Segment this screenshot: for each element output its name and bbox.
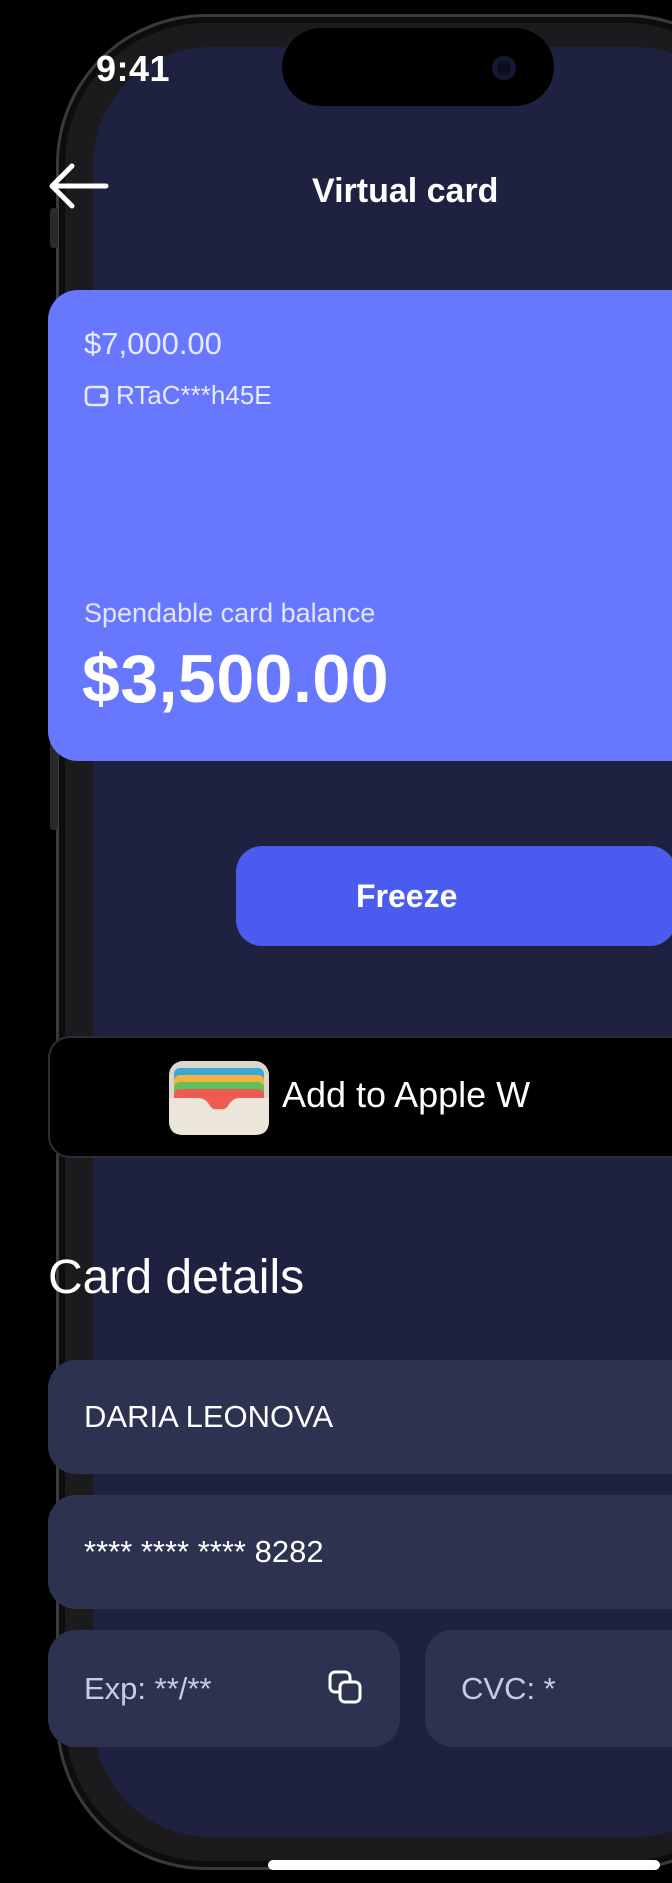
add-to-apple-wallet-button[interactable]: Add to Apple W — [48, 1036, 672, 1158]
home-indicator[interactable] — [268, 1860, 660, 1870]
camera-icon — [492, 56, 516, 80]
copy-icon[interactable] — [326, 1668, 366, 1708]
cardholder-name-field[interactable]: DARIA LEONOVA — [48, 1360, 672, 1474]
virtual-card[interactable]: $7,000.00 RTaC***h45E Spendable card bal… — [48, 290, 672, 761]
card-number-field[interactable]: **** **** **** 8282 — [48, 1495, 672, 1609]
card-limit: $7,000.00 — [84, 326, 222, 361]
phone-side-button — [50, 208, 58, 248]
freeze-button[interactable]: Freeze — [236, 846, 672, 946]
freeze-button-label: Freeze — [356, 877, 458, 914]
arrow-left-icon — [49, 163, 109, 209]
page-title: Virtual card — [312, 172, 499, 210]
expiry-value: Exp: **/** — [84, 1670, 212, 1706]
app-screen: 9:41 Virtual card $7,000.00 RTaC***h45E … — [0, 0, 672, 1883]
cardholder-name: DARIA LEONOVA — [84, 1399, 334, 1434]
card-details-title: Card details — [48, 1251, 305, 1304]
balance-amount: $3,500.00 — [82, 641, 390, 717]
status-time: 9:41 — [96, 48, 171, 89]
expiry-field[interactable]: Exp: **/** — [48, 1630, 400, 1747]
wallet-icon — [84, 385, 109, 406]
back-button[interactable] — [46, 160, 110, 212]
card-wallet-id: RTaC***h45E — [84, 380, 272, 411]
balance-label: Spendable card balance — [84, 598, 376, 628]
cvc-value: CVC: * — [461, 1670, 556, 1706]
cvc-field[interactable]: CVC: * — [425, 1630, 672, 1747]
dynamic-island — [282, 28, 554, 106]
card-number: **** **** **** 8282 — [84, 1534, 324, 1569]
apple-wallet-icon — [169, 1061, 269, 1135]
add-to-apple-wallet-label: Add to Apple W — [282, 1074, 531, 1115]
card-wallet-id-text: RTaC***h45E — [116, 380, 272, 410]
